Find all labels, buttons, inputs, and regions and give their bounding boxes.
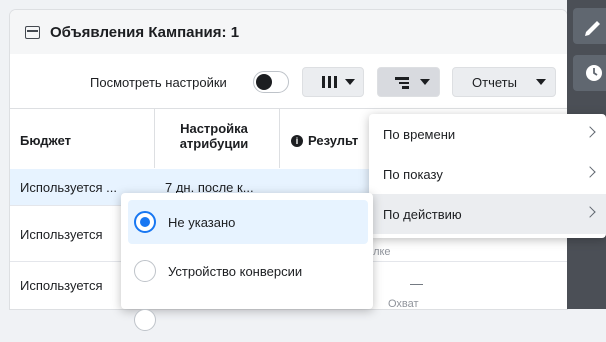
menu-item-by-time[interactable]: По времени (369, 114, 606, 154)
results-sub-label: Охват (388, 298, 419, 309)
menu-item-label: По времени (383, 127, 456, 142)
results-cell: — (410, 276, 423, 291)
breakdown-button[interactable] (377, 67, 440, 97)
edit-button[interactable] (573, 8, 606, 44)
info-icon[interactable]: i (291, 135, 303, 147)
chevron-right-icon (584, 166, 596, 178)
column-header-results-label: Результ (308, 133, 359, 148)
panel-header: Объявления Кампания: 1 (10, 10, 567, 54)
menu-item-label: По показу (383, 167, 443, 182)
budget-cell: Используется (20, 227, 103, 242)
window-icon (25, 26, 40, 39)
menu-item-label: По действию (383, 207, 462, 222)
attribution-dropdown: Не указано Устройство конверсии (121, 193, 373, 331)
radio-selected[interactable] (134, 211, 156, 233)
column-header-results[interactable]: i Результ (291, 133, 358, 148)
columns-button[interactable] (302, 67, 364, 97)
option-not-specified[interactable]: Не указано (128, 200, 368, 244)
column-divider (279, 108, 280, 168)
menu-item-by-delivery[interactable]: По показу (369, 154, 606, 194)
budget-cell: Используется (20, 278, 103, 293)
column-header-attribution[interactable]: Настройка атрибуции (164, 121, 264, 151)
option-label: Устройство конверсии (168, 264, 303, 279)
chevron-down-icon (345, 79, 355, 85)
view-settings-label: Посмотреть настройки (90, 75, 227, 90)
history-button[interactable] (573, 55, 606, 91)
reports-label: Отчеты (472, 75, 517, 90)
option-conversion-device[interactable]: Устройство конверсии (128, 249, 368, 293)
view-settings-toggle[interactable] (253, 71, 289, 93)
chevron-right-icon (584, 206, 596, 218)
reports-button[interactable]: Отчеты (452, 67, 556, 97)
breakdown-menu: По времени По показу По действию (369, 114, 606, 238)
budget-cell: Используется ... (20, 180, 117, 195)
menu-item-by-action[interactable]: По действию (369, 194, 606, 234)
chevron-down-icon (536, 79, 546, 85)
column-divider (154, 108, 155, 168)
page-title: Объявления Кампания: 1 (50, 24, 240, 41)
pencil-icon (585, 21, 600, 36)
clock-icon (586, 65, 602, 81)
option-partial[interactable] (128, 298, 368, 342)
toggle-knob (256, 74, 272, 90)
radio-unselected[interactable] (134, 260, 156, 282)
column-header-budget[interactable]: Бюджет (20, 133, 71, 148)
option-label: Не указано (168, 215, 236, 230)
radio-unselected[interactable] (134, 309, 156, 331)
chevron-down-icon (420, 79, 430, 85)
chevron-right-icon (584, 126, 596, 138)
